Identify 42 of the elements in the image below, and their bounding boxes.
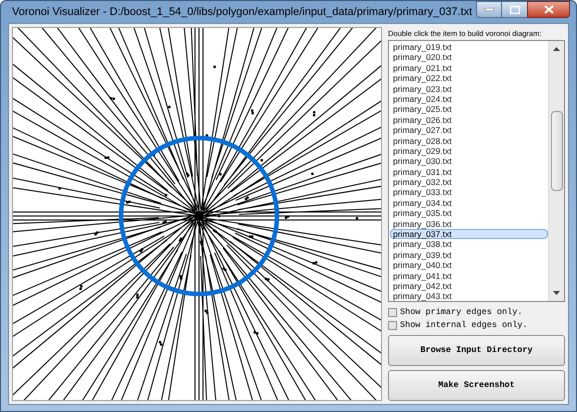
- file-list-item[interactable]: primary_025.txt: [390, 104, 548, 115]
- scroll-down-icon: [553, 291, 560, 295]
- maximize-button[interactable]: [502, 1, 528, 18]
- file-list-item[interactable]: primary_036.txt: [390, 218, 548, 230]
- action-button[interactable]: Browse Input Directory: [388, 335, 565, 366]
- action-button[interactable]: Make Screenshot: [388, 370, 565, 401]
- scrollbar[interactable]: [548, 41, 564, 301]
- minimize-button[interactable]: [476, 1, 502, 18]
- file-list-item[interactable]: primary_032.txt: [390, 177, 548, 188]
- file-list-item[interactable]: primary_039.txt: [390, 250, 548, 260]
- scrollbar-thumb[interactable]: [550, 111, 562, 191]
- file-list-item[interactable]: primary_043.txt: [390, 291, 548, 301]
- file-list-item[interactable]: primary_035.txt: [390, 208, 548, 219]
- maximize-icon: [510, 6, 520, 14]
- file-list-item[interactable]: primary_019.txt: [390, 42, 548, 52]
- scroll-up-icon: [553, 47, 560, 51]
- file-list-item[interactable]: primary_027.txt: [390, 125, 548, 136]
- checkbox-label: Show primary edges only.: [400, 306, 522, 318]
- checkbox-label: Show internal edges only.: [400, 318, 528, 332]
- file-list-item[interactable]: primary_028.txt: [390, 136, 548, 146]
- file-list-item[interactable]: primary_040.txt: [390, 260, 548, 271]
- file-list-item[interactable]: primary_031.txt: [390, 166, 548, 178]
- file-list-item[interactable]: primary_034.txt: [390, 198, 548, 208]
- file-list-item[interactable]: primary_042.txt: [390, 280, 548, 292]
- file-list-item[interactable]: primary_021.txt: [390, 62, 548, 74]
- checkbox[interactable]: [388, 308, 397, 316]
- file-list-item[interactable]: primary_022.txt: [390, 73, 548, 84]
- close-icon: [544, 5, 554, 14]
- file-list-item[interactable]: primary_041.txt: [390, 270, 548, 281]
- file-list-item[interactable]: primary_037.txt: [390, 229, 548, 240]
- file-list-item[interactable]: primary_023.txt: [390, 84, 548, 94]
- file-list-item[interactable]: primary_026.txt: [390, 114, 548, 126]
- window-title: Voronoi Visualizer - D:/boost_1_54_0/libs/polygon/example/input_data/primary/primary_037.txt: [12, 4, 472, 20]
- file-list-item[interactable]: primary_020.txt: [390, 52, 548, 63]
- file-list-item[interactable]: primary_038.txt: [390, 239, 548, 250]
- file-list-item[interactable]: primary_033.txt: [390, 187, 548, 198]
- minimize-icon: [484, 8, 494, 11]
- checkbox[interactable]: [388, 320, 397, 330]
- file-list-item[interactable]: primary_030.txt: [390, 156, 548, 167]
- close-button[interactable]: [527, 1, 570, 18]
- file-list-item[interactable]: primary_024.txt: [390, 94, 548, 104]
- file-list-item[interactable]: primary_029.txt: [390, 146, 548, 156]
